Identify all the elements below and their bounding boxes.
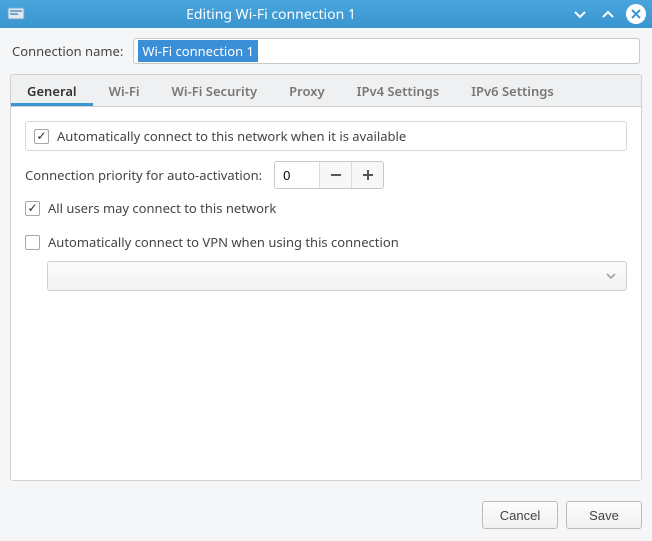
tab-wifi-security[interactable]: Wi-Fi Security bbox=[156, 75, 274, 106]
connection-name-value: Wi-Fi connection 1 bbox=[138, 40, 258, 62]
vpn-label: Automatically connect to VPN when using … bbox=[48, 233, 399, 251]
minus-icon bbox=[330, 169, 342, 181]
priority-label: Connection priority for auto-activation: bbox=[25, 166, 262, 184]
tab-wifi[interactable]: Wi-Fi bbox=[93, 75, 156, 106]
connection-name-input[interactable]: Wi-Fi connection 1 bbox=[133, 38, 640, 64]
dialog-footer: Cancel Save bbox=[0, 491, 652, 541]
vpn-row: Automatically connect to VPN when using … bbox=[25, 233, 627, 251]
all-users-label: All users may connect to this network bbox=[48, 199, 276, 217]
auto-connect-label: Automatically connect to this network wh… bbox=[57, 127, 406, 145]
cancel-button[interactable]: Cancel bbox=[482, 501, 558, 529]
close-button[interactable] bbox=[626, 4, 646, 24]
chevron-down-icon bbox=[606, 271, 616, 281]
vpn-checkbox[interactable] bbox=[25, 235, 40, 250]
tab-panel-general: Automatically connect to this network wh… bbox=[10, 106, 642, 481]
tab-ipv6[interactable]: IPv6 Settings bbox=[455, 75, 570, 106]
maximize-button[interactable] bbox=[598, 4, 618, 24]
tab-proxy[interactable]: Proxy bbox=[273, 75, 341, 106]
tab-general[interactable]: General bbox=[11, 75, 93, 106]
plus-icon bbox=[362, 169, 374, 181]
priority-decrement-button[interactable] bbox=[319, 162, 351, 188]
minimize-button[interactable] bbox=[570, 4, 590, 24]
window-title: Editing Wi-Fi connection 1 bbox=[0, 5, 570, 24]
tab-bar: General Wi-Fi Wi-Fi Security Proxy IPv4 … bbox=[10, 74, 642, 106]
save-button[interactable]: Save bbox=[566, 501, 642, 529]
tab-ipv4[interactable]: IPv4 Settings bbox=[341, 75, 456, 106]
connection-name-label: Connection name: bbox=[12, 42, 123, 60]
auto-connect-row: Automatically connect to this network wh… bbox=[25, 121, 627, 151]
priority-input[interactable] bbox=[275, 162, 319, 188]
priority-spinner bbox=[274, 161, 384, 189]
titlebar: Editing Wi-Fi connection 1 bbox=[0, 0, 652, 28]
auto-connect-checkbox[interactable] bbox=[34, 129, 49, 144]
priority-row: Connection priority for auto-activation: bbox=[25, 161, 627, 189]
window-controls bbox=[570, 4, 646, 24]
priority-increment-button[interactable] bbox=[351, 162, 383, 188]
connection-name-row: Connection name: Wi-Fi connection 1 bbox=[10, 38, 642, 64]
all-users-checkbox[interactable] bbox=[25, 201, 40, 216]
window-root: Editing Wi-Fi connection 1 Connection na… bbox=[0, 0, 652, 541]
all-users-row: All users may connect to this network bbox=[25, 199, 627, 217]
content-area: Connection name: Wi-Fi connection 1 Gene… bbox=[0, 28, 652, 491]
vpn-select[interactable] bbox=[47, 261, 627, 291]
